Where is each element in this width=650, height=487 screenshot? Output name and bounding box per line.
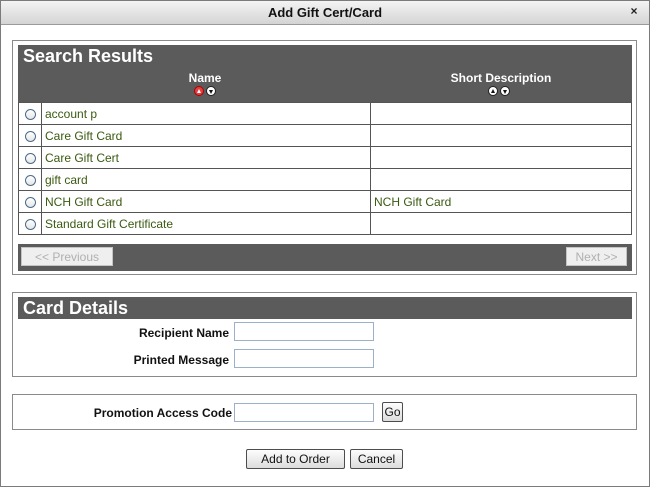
table-row[interactable]: Care Gift Cert [18, 146, 632, 169]
table-row[interactable]: account p [18, 102, 632, 125]
close-icon[interactable]: × [627, 5, 641, 19]
cancel-button[interactable]: Cancel [350, 449, 403, 469]
table-row[interactable]: Care Gift Card [18, 124, 632, 147]
name-cell[interactable]: Standard Gift Certificate [41, 212, 371, 235]
select-radio[interactable] [24, 174, 36, 186]
select-radio[interactable] [24, 218, 36, 230]
next-button[interactable]: Next >> [566, 247, 627, 266]
promotion-code-label: Promotion Access Code [93, 406, 232, 420]
column-header-name: Name [188, 71, 222, 85]
promotion-code-input[interactable] [234, 403, 374, 422]
description-cell [370, 102, 632, 125]
go-button[interactable]: Go [382, 402, 403, 422]
recipient-name-input[interactable] [234, 322, 374, 341]
name-cell[interactable]: account p [41, 102, 371, 125]
printed-message-input[interactable] [234, 349, 374, 368]
card-details-heading: Card Details [18, 297, 632, 319]
description-cell [370, 146, 632, 169]
name-cell[interactable]: Care Gift Cert [41, 146, 371, 169]
name-cell[interactable]: gift card [41, 168, 371, 191]
select-radio[interactable] [24, 196, 36, 208]
pagination-bar: << Previous Next >> [18, 244, 632, 271]
description-cell [370, 168, 632, 191]
add-gift-card-dialog: Add Gift Cert/Card × Search Results Name… [0, 0, 650, 487]
description-cell: NCH Gift Card [370, 190, 632, 213]
column-header-short-description: Short Description [450, 71, 552, 85]
results-table: account p Care Gift Card Care Gift Cert … [18, 102, 632, 235]
table-row[interactable]: Standard Gift Certificate [18, 212, 632, 235]
description-cell [370, 212, 632, 235]
printed-message-label: Printed Message [133, 353, 229, 367]
select-radio[interactable] [24, 130, 36, 142]
dialog-titlebar: Add Gift Cert/Card × [1, 1, 649, 25]
previous-button[interactable]: << Previous [21, 247, 113, 266]
select-radio[interactable] [24, 108, 36, 120]
description-cell [370, 124, 632, 147]
description-sort-controls [488, 86, 510, 96]
select-radio[interactable] [24, 152, 36, 164]
sort-descending-icon[interactable] [500, 86, 510, 96]
name-cell[interactable]: Care Gift Card [41, 124, 371, 147]
sort-ascending-icon[interactable] [488, 86, 498, 96]
recipient-name-label: Recipient Name [138, 326, 229, 340]
dialog-title: Add Gift Cert/Card [267, 5, 383, 20]
name-sort-controls [194, 86, 216, 96]
table-row[interactable]: gift card [18, 168, 632, 191]
sort-ascending-icon[interactable] [194, 86, 204, 96]
table-row[interactable]: NCH Gift Card NCH Gift Card [18, 190, 632, 213]
name-cell[interactable]: NCH Gift Card [41, 190, 371, 213]
sort-descending-icon[interactable] [206, 86, 216, 96]
add-to-order-button[interactable]: Add to Order [246, 449, 345, 469]
